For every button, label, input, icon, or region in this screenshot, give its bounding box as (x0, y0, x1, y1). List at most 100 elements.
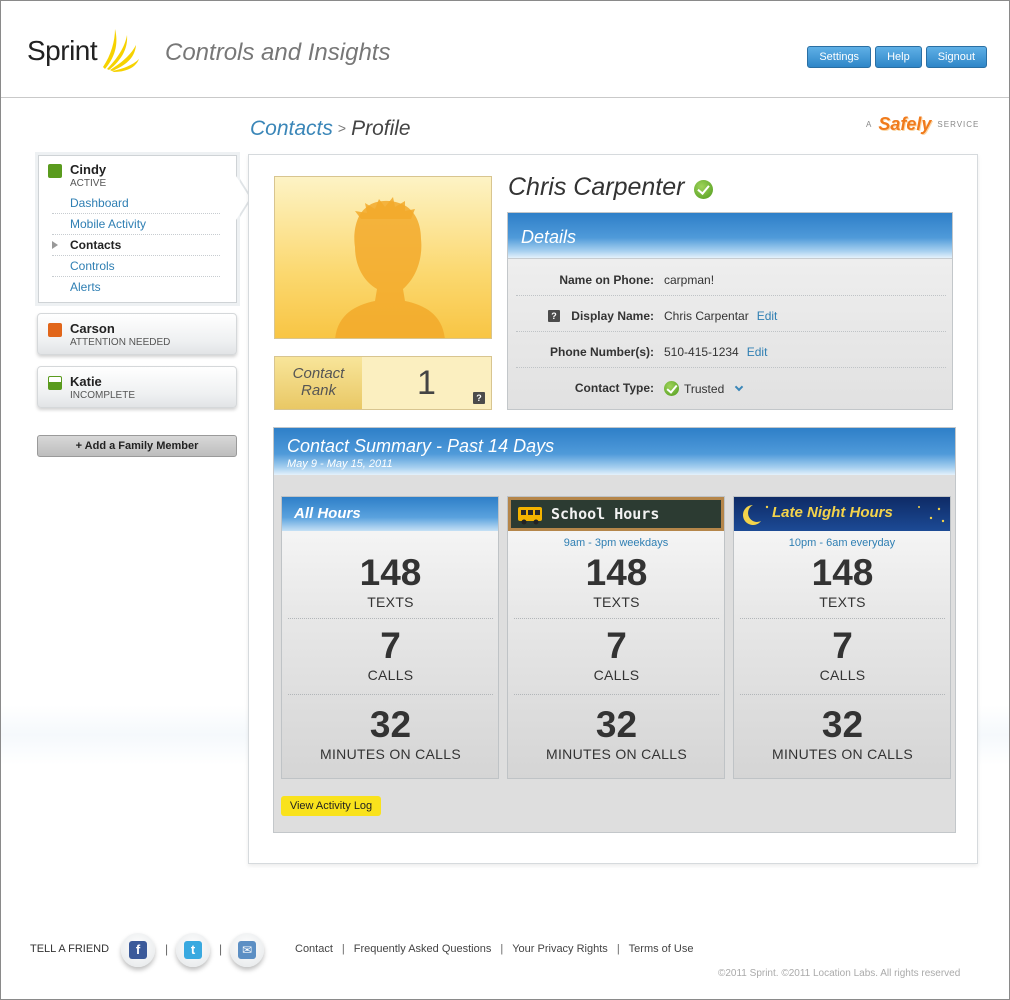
summary-column-all-hours: All Hours 148 TEXTS 7 CALLS 32 MINUTES O… (281, 496, 499, 779)
view-activity-log-button[interactable]: View Activity Log (281, 796, 381, 816)
email-icon: ✉ (238, 941, 256, 959)
detail-label: Name on Phone: (559, 273, 654, 287)
nav-mobile-activity[interactable]: Mobile Activity (52, 214, 220, 235)
footer-separator: | (500, 943, 504, 955)
texts-stat: 148 TEXTS (514, 553, 719, 611)
texts-label: TEXTS (367, 594, 414, 610)
active-member-panel: Cindy ACTIVE Dashboard Mobile Activity C… (38, 155, 237, 303)
school-bus-icon (518, 507, 542, 525)
nav-controls[interactable]: Controls (52, 256, 220, 277)
column-subtitle: 9am - 3pm weekdays (563, 537, 669, 549)
divider (514, 694, 719, 695)
selected-arrow-icon (52, 241, 58, 249)
summary-header: Contact Summary - Past 14 Days May 9 - M… (274, 428, 955, 475)
calls-stat: 7 CALLS (288, 625, 493, 684)
edit-phone-number-link[interactable]: Edit (747, 345, 768, 359)
nav-dashboard[interactable]: Dashboard (52, 193, 220, 214)
add-family-member-button[interactable]: + Add a Family Member (37, 435, 237, 457)
divider (288, 618, 493, 619)
texts-label: TEXTS (819, 594, 866, 610)
summary-column-school-hours: School Hours 9am - 3pm weekdays 148 TEXT… (507, 496, 725, 779)
footer-links: Contact | Frequently Asked Questions | Y… (295, 943, 693, 955)
contact-rank-label: Contact Rank (275, 357, 362, 409)
email-share-button[interactable]: ✉ (230, 933, 264, 967)
minutes-label: MINUTES ON CALLS (772, 746, 913, 762)
calls-label: CALLS (593, 667, 640, 683)
texts-label: TEXTS (593, 594, 640, 610)
member-header-katie: Katie INCOMPLETE (48, 374, 135, 401)
detail-value: carpman! (664, 273, 715, 287)
member-name: Cindy (70, 162, 107, 177)
minutes-stat: 32 MINUTES ON CALLS (288, 705, 493, 763)
footer-link-terms[interactable]: Terms of Use (629, 943, 694, 955)
detail-value-wrap: 510-415-1234 Edit (664, 345, 767, 359)
status-indicator (48, 376, 62, 390)
minutes-count: 32 (821, 704, 864, 745)
edit-display-name-link[interactable]: Edit (757, 309, 778, 323)
help-button[interactable]: Help (875, 46, 922, 68)
footer-link-privacy[interactable]: Your Privacy Rights (512, 943, 608, 955)
texts-count: 148 (811, 552, 874, 593)
social-separator: | (219, 942, 223, 956)
member-card-katie[interactable]: Katie INCOMPLETE (37, 366, 237, 408)
minutes-label: MINUTES ON CALLS (320, 746, 461, 762)
member-status: ACTIVE (70, 178, 107, 189)
footer-link-contact[interactable]: Contact (295, 943, 333, 955)
help-icon[interactable]: ? (548, 310, 560, 322)
chevron-down-icon[interactable] (735, 382, 744, 392)
texts-stat: 148 TEXTS (740, 552, 945, 611)
calls-label: CALLS (367, 667, 414, 683)
trusted-check-icon (664, 381, 679, 396)
member-card-carson[interactable]: Carson ATTENTION NEEDED (37, 313, 237, 355)
contact-photo (274, 176, 492, 339)
detail-row-contact-type: Contact Type: Trusted (516, 370, 946, 404)
app-title: Controls and Insights (165, 39, 391, 66)
minutes-label: MINUTES ON CALLS (546, 746, 687, 762)
member-name: Carson (70, 321, 115, 336)
column-title-chalkboard: School Hours (508, 497, 724, 531)
avatar-silhouette-icon (335, 197, 445, 338)
member-header-cindy[interactable]: Cindy ACTIVE (48, 162, 106, 189)
sprint-wings-icon (103, 29, 139, 72)
calls-count: 7 (832, 625, 853, 666)
member-name: Katie (70, 374, 102, 389)
header-buttons: Settings Help Signout (807, 46, 987, 68)
contact-summary-panel: Contact Summary - Past 14 Days May 9 - M… (273, 427, 956, 833)
detail-value-wrap: Chris Carpentar Edit (664, 309, 777, 323)
column-title: School Hours (551, 505, 660, 523)
rank-label-line1: Contact (292, 365, 345, 382)
minutes-count: 32 (595, 704, 638, 745)
detail-label: Phone Number(s): (549, 345, 654, 359)
signout-button[interactable]: Signout (925, 46, 987, 68)
member-status: ATTENTION NEEDED (70, 337, 171, 348)
summary-title: Contact Summary - Past 14 Days (287, 436, 555, 456)
contact-type-select[interactable]: Trusted (664, 381, 744, 396)
calls-label: CALLS (819, 667, 866, 683)
calls-count: 7 (380, 625, 401, 666)
calls-count: 7 (606, 625, 627, 666)
details-panel: Details Name on Phone: carpman! ? Displa… (507, 212, 953, 410)
twitter-share-button[interactable]: t (176, 933, 210, 967)
breadcrumb-contacts-link[interactable]: Contacts (250, 117, 333, 140)
contact-name: Chris Carpenter (508, 173, 685, 201)
safely-logo: Safely (878, 114, 932, 134)
facebook-share-button[interactable]: f (121, 933, 155, 967)
nav-contacts-label: Contacts (70, 238, 122, 252)
calls-stat: 7 CALLS (740, 625, 945, 684)
minutes-stat: 32 MINUTES ON CALLS (740, 704, 945, 763)
settings-button[interactable]: Settings (807, 46, 872, 68)
verified-check-icon (694, 180, 713, 199)
detail-label: Contact Type: (574, 381, 654, 395)
footer-link-faq[interactable]: Frequently Asked Questions (354, 943, 492, 955)
rank-label-line2: Rank (300, 382, 337, 399)
divider (740, 618, 945, 619)
help-icon[interactable]: ? (473, 392, 485, 404)
safely-prefix: A (866, 120, 873, 129)
minutes-stat: 32 MINUTES ON CALLS (514, 704, 719, 763)
contact-rank: Contact Rank 1 ? (274, 356, 492, 410)
nav-alerts[interactable]: Alerts (52, 277, 220, 298)
nav-contacts[interactable]: Contacts (52, 235, 220, 256)
detail-label: Display Name: (571, 309, 654, 323)
member-nav: Dashboard Mobile Activity Contacts Contr… (52, 193, 220, 298)
copyright: ©2011 Sprint. ©2011 Location Labs. All r… (718, 968, 961, 979)
